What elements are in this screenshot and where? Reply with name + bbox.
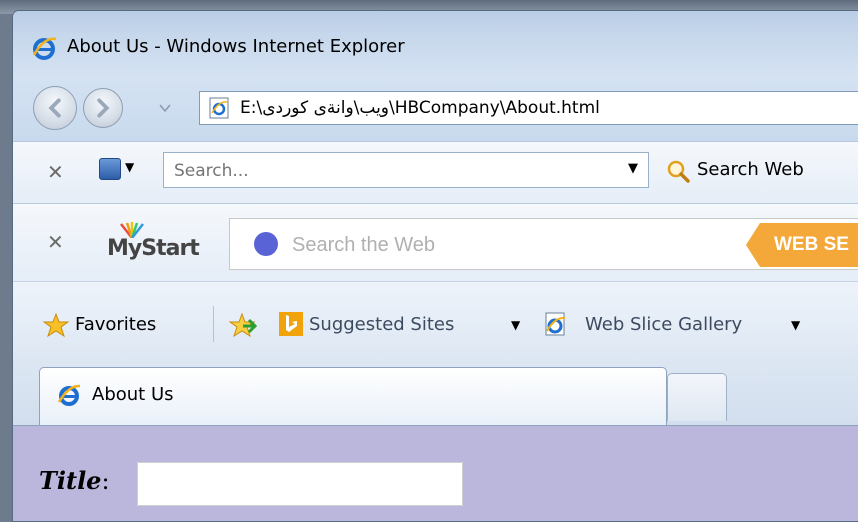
chevron-down-icon[interactable]: ▼ [511, 318, 520, 332]
search-toolbar: ✕ ▼ ▼ Search Web [13, 141, 858, 203]
mystart-toolbar: ✕ MyStart WEB SE [13, 203, 858, 281]
chevron-down-icon[interactable]: ▼ [791, 318, 800, 332]
arrow-right-icon [97, 98, 110, 118]
page-content: Title: [13, 425, 858, 521]
search-box[interactable]: ▼ [163, 152, 649, 188]
close-icon[interactable]: ✕ [47, 230, 64, 254]
browser-window: About Us - Windows Internet Explorer E:\… [12, 10, 858, 522]
internet-explorer-icon [545, 312, 566, 336]
suggested-sites-button[interactable]: Suggested Sites [309, 314, 454, 335]
star-icon [43, 312, 69, 338]
web-search-box[interactable]: WEB SE [229, 218, 858, 270]
mystart-logo-text: MyStart [107, 236, 200, 261]
toolbar-divider [213, 306, 214, 342]
title-input[interactable] [137, 462, 463, 506]
search-input[interactable] [172, 159, 606, 183]
close-icon[interactable]: ✕ [47, 160, 64, 184]
arrow-left-icon [48, 98, 61, 118]
tab-row: About Us [13, 359, 858, 425]
search-web-button[interactable]: Search Web [697, 159, 804, 180]
magnifier-icon[interactable] [665, 158, 691, 184]
back-button[interactable] [33, 86, 77, 130]
web-search-button[interactable]: WEB SE [746, 223, 858, 267]
bing-icon [279, 312, 303, 336]
chevron-down-icon[interactable]: ▼ [628, 161, 638, 176]
search-icon [254, 232, 278, 256]
tab-label: About Us [92, 384, 174, 405]
favorites-button[interactable]: Favorites [75, 314, 156, 335]
recent-pages-dropdown-icon[interactable] [159, 103, 171, 113]
web-search-button-label: WEB SE [774, 234, 849, 255]
title-label-colon: : [101, 467, 110, 495]
download-icon[interactable] [99, 158, 121, 180]
page-icon [209, 97, 229, 119]
internet-explorer-icon [32, 37, 57, 60]
internet-explorer-icon [57, 384, 81, 406]
favorites-bar: Favorites Suggested Sites ▼ Web Slice Ga… [13, 281, 858, 360]
window-title: About Us - Windows Internet Explorer [67, 36, 405, 57]
forward-button[interactable] [83, 88, 123, 128]
address-bar[interactable]: E:\ویب\وانةی کوردی\HBCompany\About.html [199, 91, 858, 125]
chevron-down-icon[interactable]: ▼ [125, 160, 134, 174]
web-slice-gallery-button[interactable]: Web Slice Gallery [585, 314, 742, 335]
title-label-text: Title [39, 466, 102, 495]
tab-about-us[interactable]: About Us [39, 367, 667, 425]
address-text: E:\ویب\وانةی کوردی\HBCompany\About.html [240, 98, 600, 118]
title-field-label: Title: [39, 466, 110, 495]
title-bar[interactable]: About Us - Windows Internet Explorer [13, 11, 858, 77]
mystart-logo[interactable]: MyStart [107, 222, 227, 266]
add-to-favorites-icon[interactable] [229, 312, 257, 338]
web-search-input[interactable] [290, 231, 734, 259]
bing-glyph-icon [286, 315, 297, 332]
new-tab-button[interactable] [667, 373, 727, 421]
navigation-bar: E:\ویب\وانةی کوردی\HBCompany\About.html [13, 77, 858, 141]
